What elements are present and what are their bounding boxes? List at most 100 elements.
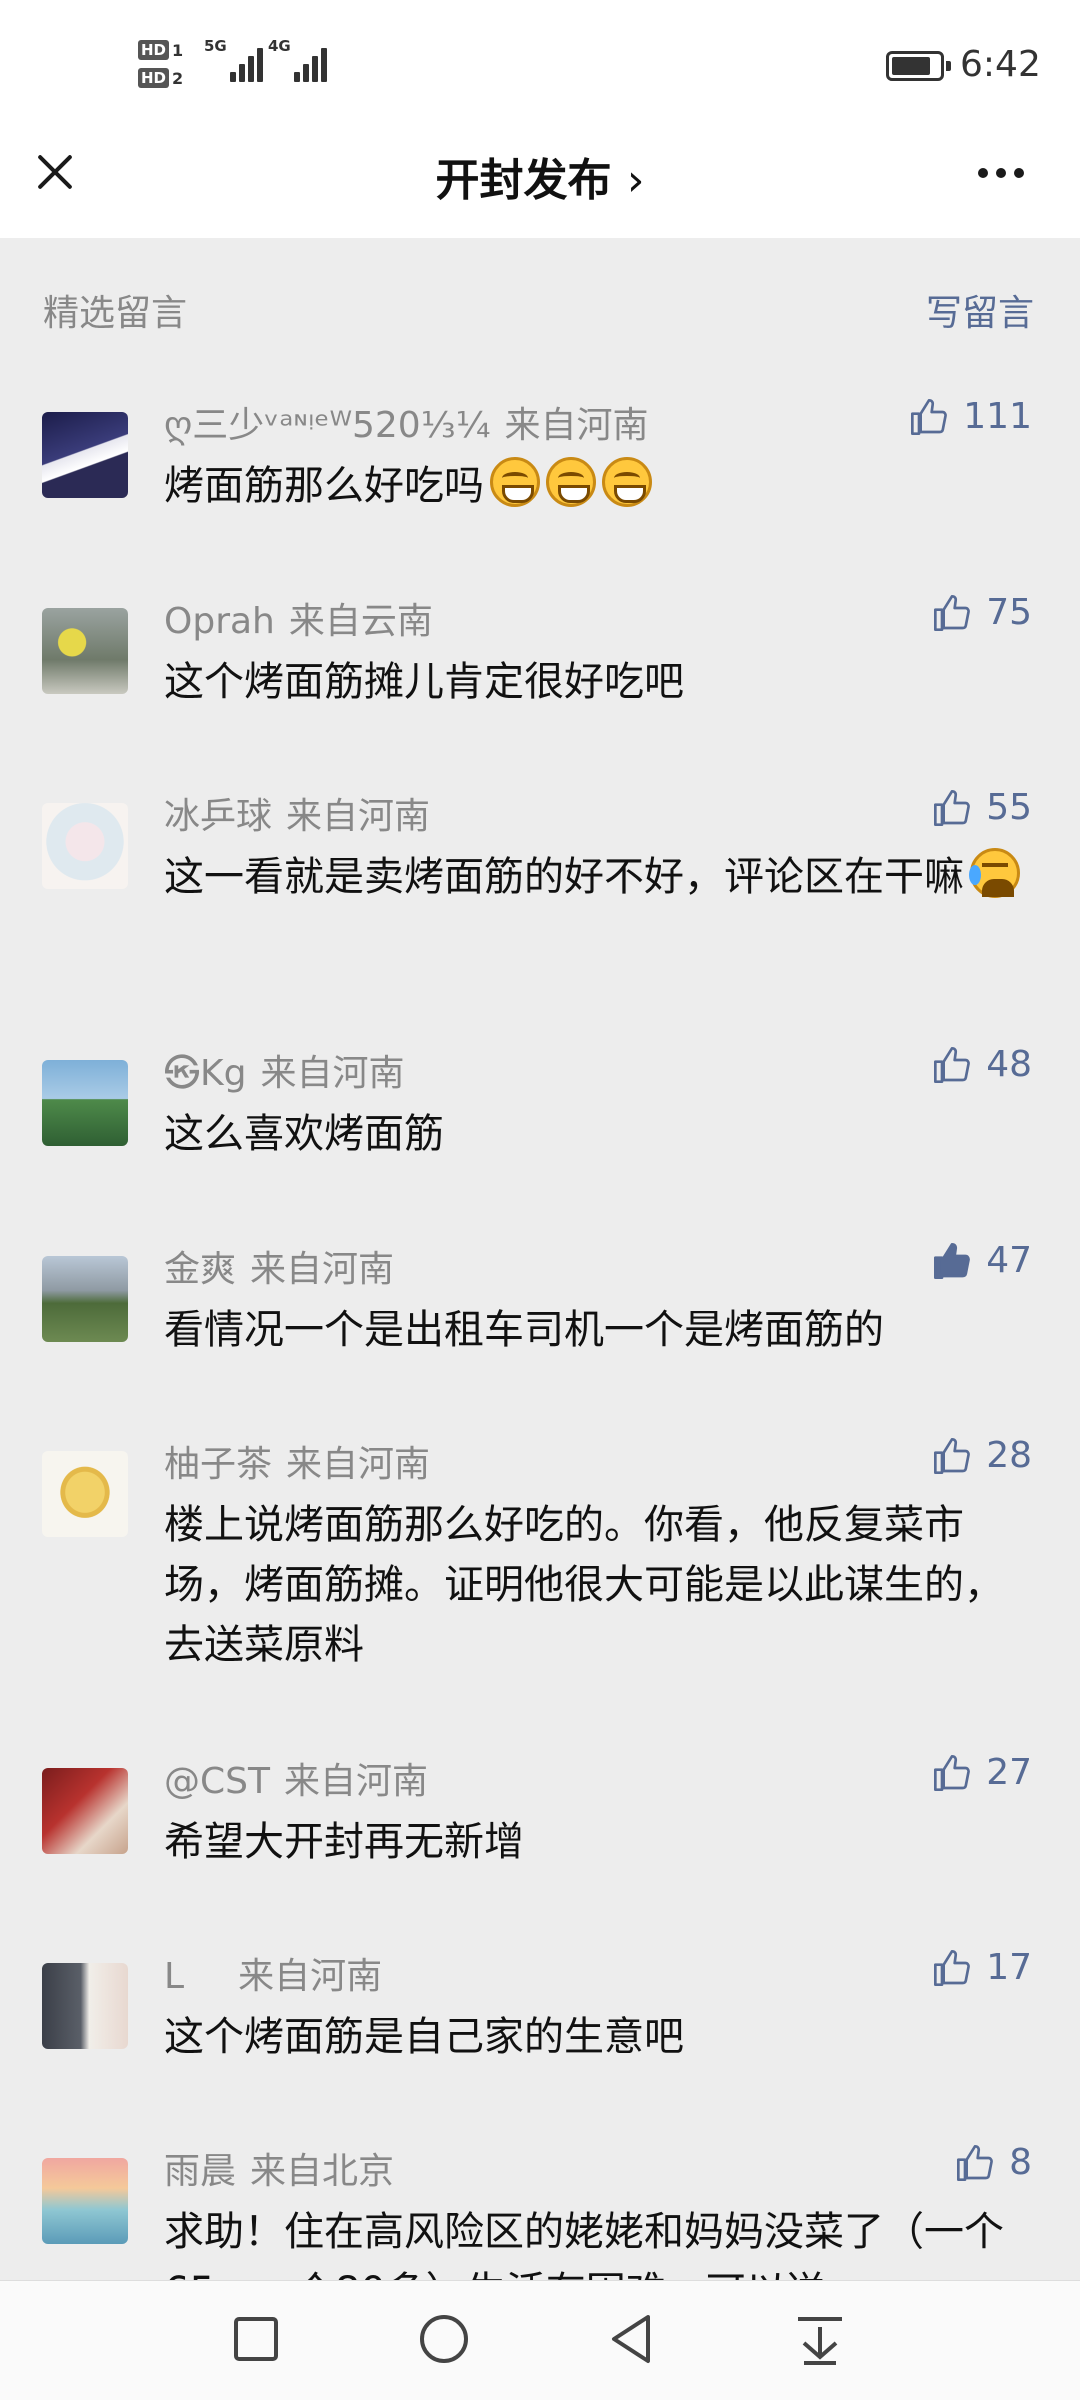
location: 来自河南 <box>286 1444 431 1485</box>
grin-emoji-icon <box>490 457 540 507</box>
username[interactable]: 冰乒球 <box>164 796 272 837</box>
avatar[interactable] <box>42 1451 128 1537</box>
circle-icon[interactable] <box>414 2309 474 2369</box>
comment-text: 这么喜欢烤面筋 <box>164 1111 444 1157</box>
location: 来自河南 <box>238 1956 383 1997</box>
username[interactable]: ღ三少ᵛᵃᶰᵎᵉᵂ520⅓¼ <box>164 405 490 446</box>
like-count: 47 <box>986 1240 1032 1281</box>
thumbs-up-icon <box>934 594 971 631</box>
featured-comments-label: 精选留言 <box>43 293 188 334</box>
comment-text: 烤面筋那么好吃吗 <box>164 456 1024 516</box>
like-button[interactable]: 28 <box>932 1435 1032 1476</box>
comment-text: 这个烤面筋摊儿肯定很好吃吧 <box>164 659 684 705</box>
comment-text-content: 这一看就是卖烤面筋的好不好，评论区在干嘛 <box>164 854 964 900</box>
grin-emoji-icon <box>602 457 652 507</box>
comment-text-content: 烤面筋那么好吃吗 <box>164 463 484 509</box>
thumbs-up-icon <box>934 1949 971 1986</box>
like-count: 75 <box>986 592 1032 633</box>
comment-meta: 雨晨 来自北京 <box>164 2142 394 2194</box>
username[interactable]: 雨晨 <box>164 2151 236 2192</box>
grin-emoji-icon <box>546 457 596 507</box>
location: 来自云南 <box>288 601 433 642</box>
thumbs-up-icon <box>934 1046 971 1083</box>
location: 来自河南 <box>286 796 431 837</box>
like-count: 17 <box>986 1947 1032 1988</box>
like-button[interactable]: 47 <box>932 1240 1032 1281</box>
sim1-number: 1 <box>172 40 184 60</box>
crying-emoji-icon <box>969 848 1020 898</box>
location: 来自河南 <box>504 405 649 446</box>
chevron-right-icon[interactable]: › <box>627 155 645 206</box>
top-nav-bar: 开封发布 › <box>0 130 1080 238</box>
thumbs-up-icon <box>934 1754 971 1791</box>
location: 来自河南 <box>260 1053 405 1094</box>
clock: 6:42 <box>960 44 1041 85</box>
avatar[interactable] <box>42 412 128 498</box>
avatar[interactable] <box>42 2158 128 2244</box>
comment-text: 楼上说烤面筋那么好吃的。你看，他反复菜市场，烤面筋摊。证明他很大可能是以此谋生的… <box>164 1502 1004 1668</box>
write-comment-button[interactable]: 写留言 <box>926 284 1034 336</box>
avatar[interactable] <box>42 1256 128 1342</box>
username[interactable]: ㉿Kg <box>164 1053 246 1094</box>
download-icon[interactable] <box>790 2309 850 2369</box>
account-title[interactable]: 开封发布 › <box>0 144 1080 208</box>
more-options-icon[interactable] <box>978 168 1024 178</box>
comment-meta: 柚子茶 来自河南 <box>164 1435 430 1487</box>
thumbs-up-icon <box>957 2144 993 2181</box>
comments-header: 精选留言 写留言 <box>0 238 1080 348</box>
comment-meta: ㉿Kg 来自河南 <box>164 1044 404 1096</box>
comment-meta: @CST 来自河南 <box>164 1752 428 1804</box>
like-button[interactable]: 27 <box>932 1752 1032 1793</box>
signal-4g-icon: 4G <box>268 38 330 82</box>
back-triangle-icon[interactable] <box>602 2309 662 2369</box>
square-icon[interactable] <box>226 2309 286 2369</box>
location: 来自河南 <box>283 1761 428 1802</box>
sim2-number: 2 <box>172 68 184 88</box>
like-count: 48 <box>986 1044 1032 1085</box>
network-4g-label: 4G <box>268 37 291 55</box>
like-button[interactable]: 55 <box>932 787 1032 828</box>
thumbs-up-icon <box>934 789 971 826</box>
like-count: 111 <box>963 396 1032 437</box>
username[interactable]: L <box>164 1956 184 1997</box>
comment-text: 这一看就是卖烤面筋的好不好，评论区在干嘛 <box>164 847 1024 907</box>
like-button[interactable]: 48 <box>932 1044 1032 1085</box>
comment-meta: Oprah 来自云南 <box>164 592 433 644</box>
like-button[interactable]: 8 <box>955 2142 1032 2183</box>
avatar[interactable] <box>42 1963 128 2049</box>
system-navigation-bar <box>0 2280 1080 2400</box>
avatar[interactable] <box>42 1060 128 1146</box>
username[interactable]: 金爽 <box>164 1249 236 1290</box>
like-button[interactable]: 17 <box>932 1947 1032 1988</box>
sim-indicator: HD 1 HD 2 <box>138 36 194 96</box>
network-5g-label: 5G <box>204 37 227 55</box>
comment-meta: L 来自河南 <box>164 1947 382 1999</box>
status-bar: HD 1 HD 2 5G 4G 6:42 <box>0 0 1080 130</box>
username[interactable]: Oprah <box>164 601 275 642</box>
thumbs-up-filled-icon <box>934 1242 971 1279</box>
like-count: 27 <box>986 1752 1032 1793</box>
like-button[interactable]: 75 <box>932 592 1032 633</box>
comment-meta: 金爽 来自河南 <box>164 1240 394 1292</box>
like-button[interactable]: 111 <box>909 396 1032 437</box>
avatar[interactable] <box>42 803 128 889</box>
avatar[interactable] <box>42 608 128 694</box>
comment-meta: 冰乒球 来自河南 <box>164 787 430 839</box>
hd-badge: HD <box>138 40 170 60</box>
hd-badge: HD <box>138 68 170 88</box>
comment-text: 希望大开封再无新增 <box>164 1819 524 1865</box>
location: 来自河南 <box>250 1249 395 1290</box>
thumbs-up-icon <box>934 1437 971 1474</box>
thumbs-up-icon <box>911 398 948 435</box>
like-count: 8 <box>1009 2142 1032 2183</box>
location: 来自北京 <box>250 2151 395 2192</box>
battery-icon <box>886 51 951 81</box>
username[interactable]: 柚子茶 <box>164 1444 272 1485</box>
avatar[interactable] <box>42 1768 128 1854</box>
comment-text: 看情况一个是出租车司机一个是烤面筋的 <box>164 1307 884 1353</box>
account-name[interactable]: 开封发布 <box>436 155 612 206</box>
username[interactable]: @CST <box>164 1761 270 1802</box>
like-count: 28 <box>986 1435 1032 1476</box>
signal-5g-icon: 5G <box>204 38 266 82</box>
comment-text: 这个烤面筋是自己家的生意吧 <box>164 2014 684 2060</box>
